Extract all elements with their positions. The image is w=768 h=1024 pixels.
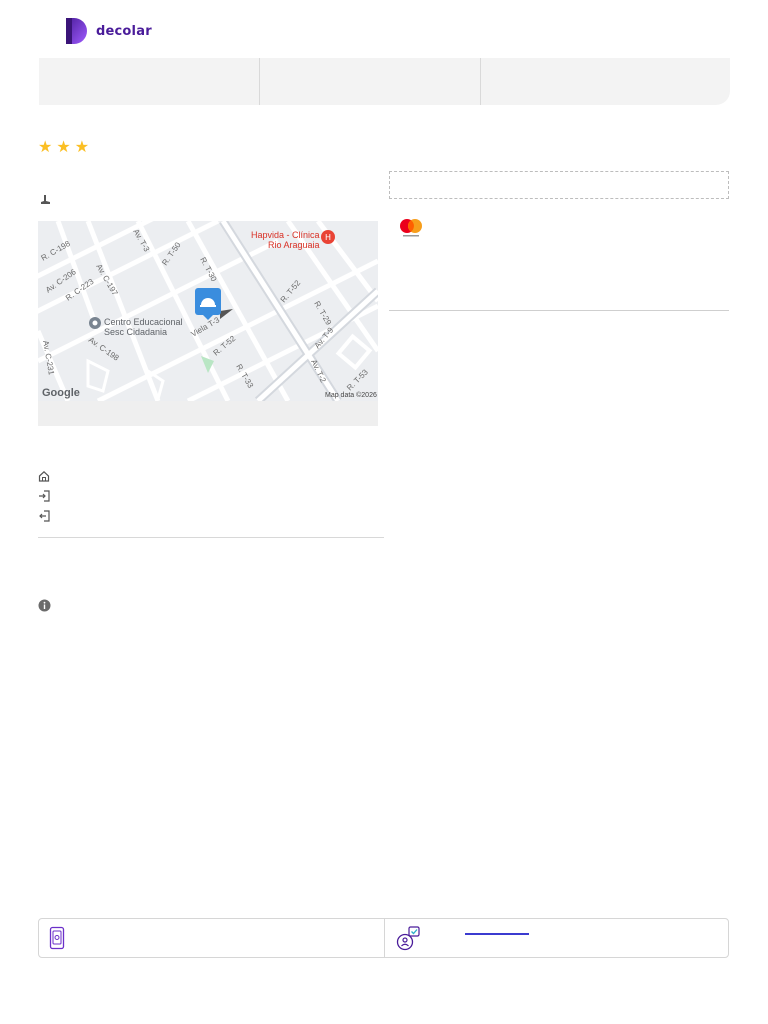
decolar-logo-icon [66, 18, 87, 44]
brand-name: decolar [96, 23, 152, 39]
support-cell[interactable] [383, 919, 729, 957]
support-link[interactable] [464, 932, 529, 935]
map-pin-icon [41, 195, 50, 204]
star-icon: ★ [56, 139, 71, 156]
star-icon: ★ [74, 139, 90, 156]
summary-dates[interactable] [260, 58, 481, 105]
checkout-icon [39, 510, 50, 522]
map-footer [38, 401, 378, 426]
help-bar [38, 918, 729, 958]
house-icon [38, 470, 50, 482]
promo-box [389, 171, 729, 199]
google-logo: Google [42, 387, 80, 399]
app-download-cell[interactable] [39, 919, 384, 957]
map-copyright: Map data ©2026 [325, 391, 377, 399]
hospital-marker-glyph: H [325, 233, 331, 242]
star-icon: ★ [38, 139, 53, 156]
mastercard-icon [400, 219, 422, 237]
section-divider [38, 537, 384, 538]
info-icon [38, 599, 51, 612]
section-divider [389, 310, 729, 311]
hotel-location-map[interactable]: R. C-198 Av. C-206 R. C-223 Av. C-197 Av… [38, 221, 378, 401]
search-summary-bar[interactable] [39, 58, 730, 105]
phone-icon [49, 926, 65, 950]
hotel-star-rating: ★ ★ ★ [38, 140, 89, 156]
brand-logo[interactable]: decolar [64, 16, 152, 46]
summary-guests[interactable] [481, 58, 730, 105]
map-canvas[interactable]: R. C-198 Av. C-206 R. C-223 Av. C-197 Av… [38, 221, 378, 401]
hotel-policy-list [38, 470, 50, 522]
checkin-icon [39, 490, 50, 502]
summary-destination[interactable] [39, 58, 260, 105]
support-agent-icon [396, 926, 420, 951]
